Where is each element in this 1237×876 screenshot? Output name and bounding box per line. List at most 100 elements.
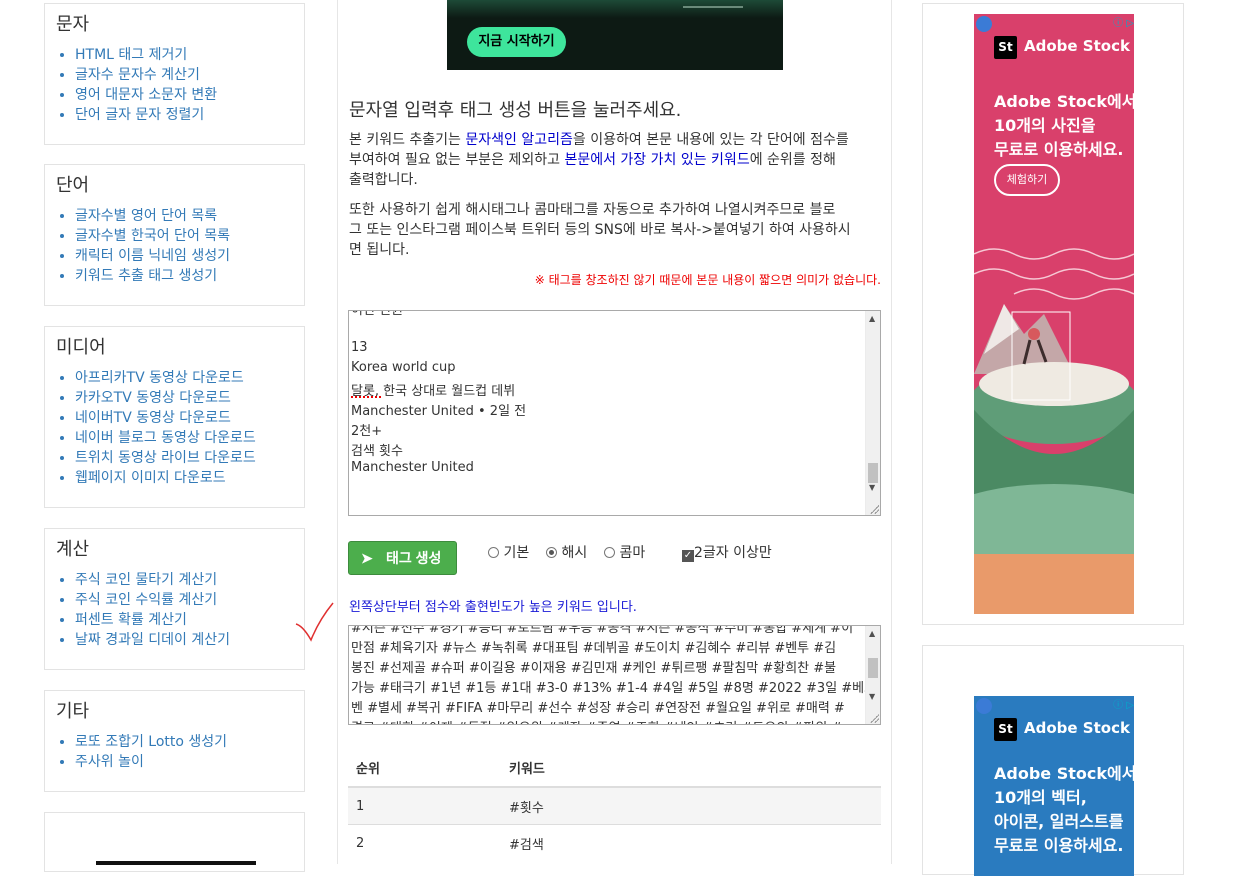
input-line: 이번 인원 — [351, 310, 403, 318]
link-dday-calculator[interactable]: 날짜 경과일 디데이 계산기 — [75, 632, 230, 648]
keyword-cell: #횟수 — [501, 786, 881, 825]
option-basic[interactable]: 기본 — [488, 542, 529, 562]
link-percent-calculator[interactable]: 퍼센트 확률 계산기 — [75, 612, 187, 628]
ad-brand: St Adobe Stock — [994, 36, 1130, 59]
page-title: 문자열 입력후 태그 생성 버튼을 눌러주세요. — [349, 100, 682, 121]
option-basic-label: 기본 — [503, 545, 530, 561]
link-nickname-generator[interactable]: 캐릭터 이름 닉네임 생성기 — [75, 248, 230, 264]
intro-text: 부여하여 필요 없는 부분은 제외하고 — [349, 152, 565, 168]
option-comma[interactable]: 콤마 — [604, 542, 645, 562]
intro-highlight: 문자색인 알고리즘 — [465, 132, 573, 148]
ad-headline-line: 무료로 이용하세요. — [994, 836, 1124, 855]
link-return-calculator[interactable]: 주식 코인 수익률 계산기 — [75, 592, 217, 608]
option-min2-label: 2글자 이상만 — [694, 545, 772, 561]
panel-list: HTML 태그 제거기 글자수 문자수 계산기 영어 대문자 소문자 변환 단어… — [75, 45, 217, 125]
scroll-down-icon[interactable]: ▼ — [869, 483, 875, 492]
input-line: 검색 횟수 — [351, 444, 403, 459]
intro-text: 본 키워드 추출기는 — [349, 132, 466, 148]
output-scrollbar[interactable]: ▲ ▼ — [865, 626, 880, 724]
link-afreecatv-download[interactable]: 아프리카TV 동영상 다운로드 — [75, 370, 244, 386]
table-header-row: 순위 키워드 — [348, 748, 881, 788]
link-dice-game[interactable]: 주사위 놀이 — [75, 754, 144, 770]
panel-ad-bottom — [44, 812, 305, 872]
radio-hash[interactable] — [546, 547, 557, 558]
resize-grip-icon[interactable] — [869, 504, 879, 514]
ad-brand-name: Adobe Stock — [1024, 719, 1130, 737]
scroll-thumb[interactable] — [868, 658, 878, 678]
link-case-converter[interactable]: 영어 대문자 소문자 변환 — [75, 87, 217, 103]
panel-list: 주식 코인 물타기 계산기 주식 코인 수익률 계산기 퍼센트 확률 계산기 날… — [75, 570, 230, 650]
ad-headline-line: Adobe Stock에서 — [994, 764, 1134, 783]
option-comma-label: 콤마 — [619, 545, 646, 561]
scroll-down-icon[interactable]: ▼ — [869, 692, 875, 701]
link-english-words[interactable]: 글자수별 영어 단어 목록 — [75, 208, 217, 224]
keyword-rank-table: 순위 키워드 1 #횟수 2 #검색 — [348, 748, 881, 861]
input-scrollbar[interactable]: ▲ ▼ — [865, 311, 880, 515]
scroll-up-icon[interactable]: ▲ — [869, 629, 875, 638]
generate-tags-label: 태그 생성 — [386, 550, 442, 566]
start-now-button[interactable]: 지금 시작하기 — [467, 27, 566, 57]
ad-shield-icon[interactable] — [976, 16, 992, 32]
panel-title: 기타 — [56, 701, 90, 722]
intro-paragraph: 본 키워드 추출기는 문자색인 알고리즘을 이용하여 본문 내용에 있는 각 단… — [349, 130, 883, 190]
input-line: Korea world cup — [351, 360, 456, 375]
output-line: 가능 #태극기 #1년 #1등 #1대 #3-0 #13% #1-4 #4일 #… — [351, 681, 877, 696]
spellcheck-underline — [351, 393, 381, 398]
tag-output-textarea[interactable]: #시즌 #선수 #경기 #승리 #토트넘 #우승 #공격 #시즌 #공식 #수비… — [348, 625, 881, 725]
intro-text: 에 순위를 정해 — [749, 152, 836, 168]
radio-comma[interactable] — [604, 547, 615, 558]
scroll-up-icon[interactable]: ▲ — [869, 314, 875, 323]
output-line: 벤 #별세 #복귀 #FIFA #마무리 #선수 #성장 #승리 #연장전 #월… — [351, 701, 845, 716]
ad-try-button[interactable]: 체험하기 — [994, 164, 1060, 196]
link-korean-words[interactable]: 글자수별 한국어 단어 목록 — [75, 228, 230, 244]
panel-list: 로또 조합기 Lotto 생성기 주사위 놀이 — [75, 732, 227, 772]
ad-headline: Adobe Stock에서 10개의 벡터, 아이콘, 일러스트를 무료로 이용… — [994, 762, 1134, 858]
link-keyword-extractor[interactable]: 키워드 추출 태그 생성기 — [75, 268, 217, 284]
ad-info-icon[interactable]: ⓘ ▷ — [1113, 696, 1134, 711]
ad-brand-name: Adobe Stock — [1024, 37, 1130, 55]
panel-etc: 기타 로또 조합기 Lotto 생성기 주사위 놀이 — [44, 690, 305, 792]
checkbox-min2[interactable]: ✓ — [682, 550, 694, 562]
panel-title: 문자 — [56, 14, 90, 35]
table-row: 2 #검색 — [348, 824, 881, 861]
option-hash[interactable]: 해시 — [546, 542, 587, 562]
output-line: 경고 #대회 #이제 #동점 #일으원 #계좌 #주연 #조회 #네인 #초겨 … — [351, 717, 842, 724]
link-twitch-download[interactable]: 트위치 동영상 라이브 다운로드 — [75, 450, 256, 466]
link-word-sorter[interactable]: 단어 글자 문자 정렬기 — [75, 107, 204, 123]
link-naver-blog-download[interactable]: 네이버 블로그 동영상 다운로드 — [75, 430, 256, 446]
link-html-tag-remover[interactable]: HTML 태그 제거기 — [75, 47, 187, 63]
radio-basic[interactable] — [488, 547, 499, 558]
ad-glow — [447, 0, 783, 18]
ad-line — [683, 6, 743, 8]
link-averaging-calculator[interactable]: 주식 코인 물타기 계산기 — [75, 572, 217, 588]
adobe-stock-ad-photos[interactable]: ⓘ ▷ St Adobe Stock Adobe Stock에서 10개의 사진을… — [974, 14, 1134, 614]
intro-text: 을 이용하여 본문 내용에 있는 각 단어에 점수를 — [572, 132, 849, 148]
link-lotto-generator[interactable]: 로또 조합기 Lotto 생성기 — [75, 734, 227, 750]
adobe-stock-ad-vectors[interactable]: ⓘ ▷ St Adobe Stock Adobe Stock에서 10개의 벡터,… — [974, 696, 1134, 876]
ad-shield-icon[interactable] — [976, 698, 992, 714]
generate-tags-button[interactable]: ➤ 태그 생성 — [348, 541, 457, 575]
link-kakaotv-download[interactable]: 카카오TV 동영상 다운로드 — [75, 390, 231, 406]
paper-plane-icon: ➤ — [361, 550, 373, 566]
intro-highlight: 본문에서 가장 가치 있는 키워드 — [564, 152, 750, 168]
adobe-stock-logo-icon: St — [994, 718, 1017, 741]
option-hash-label: 해시 — [561, 545, 588, 561]
result-note: 왼쪽상단부터 점수와 출현빈도가 높은 키워드 입니다. — [349, 600, 637, 615]
top-banner-ad[interactable]: 지금 시작하기 — [447, 0, 783, 70]
keyword-input-textarea[interactable]: 이번 인원 13 Korea world cup 달롯, 한국 상대로 월드컵 … — [348, 310, 881, 516]
output-line: 만점 #체육기자 #뉴스 #녹취록 #대표팀 #데뷔골 #도이치 #김혜수 #리… — [351, 641, 837, 656]
adobe-stock-logo-icon: St — [994, 36, 1017, 59]
link-webpage-image-download[interactable]: 웹페이지 이미지 다운로드 — [75, 470, 226, 486]
link-char-counter[interactable]: 글자수 문자수 계산기 — [75, 67, 200, 83]
output-line: #시즌 #선수 #경기 #승리 #토트넘 #우승 #공격 #시즌 #공식 #수비… — [351, 625, 854, 636]
ad-headline: Adobe Stock에서 10개의 사진을 무료로 이용하세요. — [994, 90, 1134, 162]
scroll-thumb[interactable] — [868, 463, 878, 483]
input-line: Manchester United • 2일 전 — [351, 404, 527, 419]
panel-calc: 계산 주식 코인 물타기 계산기 주식 코인 수익률 계산기 퍼센트 확률 계산… — [44, 528, 305, 670]
rank-cell: 2 — [348, 824, 501, 861]
ad-info-icon[interactable]: ⓘ ▷ — [1113, 14, 1134, 29]
resize-grip-icon[interactable] — [869, 713, 879, 723]
table-row: 1 #횟수 — [348, 786, 881, 825]
option-min2[interactable]: ✓ 2글자 이상만 — [682, 542, 772, 562]
link-navertv-download[interactable]: 네이버TV 동영상 다운로드 — [75, 410, 231, 426]
